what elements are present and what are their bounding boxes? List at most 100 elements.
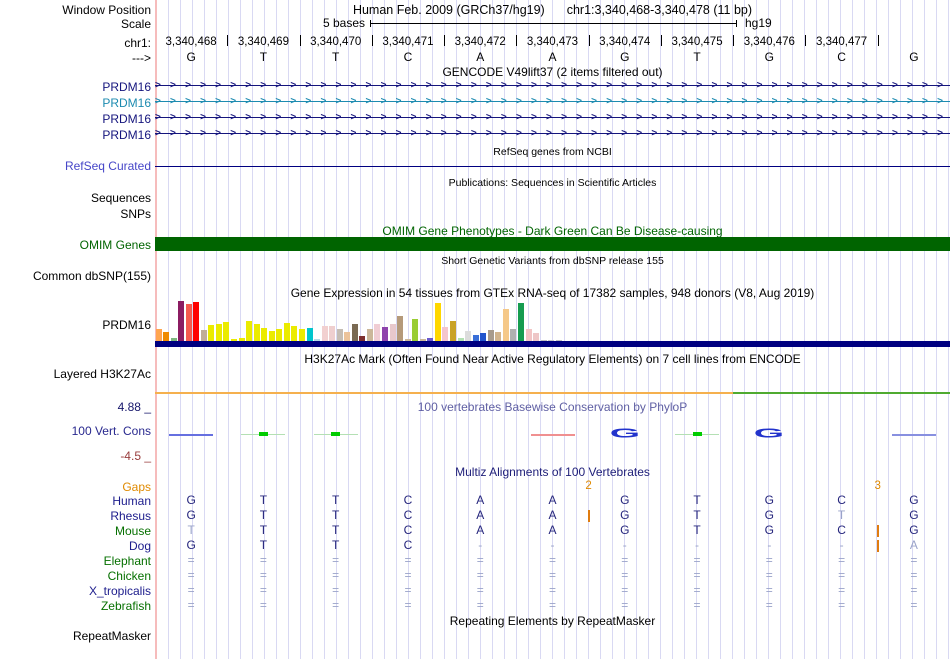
refseq-gene-line[interactable] xyxy=(155,166,950,167)
gtex-bar xyxy=(510,329,517,341)
alignment-base: G xyxy=(186,508,196,522)
base-letter: G xyxy=(909,50,919,64)
species-label[interactable]: Human xyxy=(0,494,151,508)
alignment-base: C xyxy=(837,493,846,507)
base-letter: C xyxy=(403,50,413,64)
gtex-bar xyxy=(208,325,215,341)
multiz-title: Multiz Alignments of 100 Vertebrates xyxy=(455,465,650,479)
phylop-track-label[interactable]: 100 Vert. Cons xyxy=(0,424,151,438)
alignment-base: = xyxy=(838,583,846,597)
gene-arrows[interactable]: >>>>>>>>>>>>>>>>>>>>>>>>>>>>>>>>>>>>>>>>… xyxy=(155,127,950,140)
phylop-mark xyxy=(258,432,268,436)
gtex-baseline[interactable] xyxy=(155,341,950,347)
species-label[interactable]: Elephant xyxy=(0,554,151,568)
alignment-base: G xyxy=(909,523,919,537)
ruler-label: 3,340,470 xyxy=(310,36,362,48)
species-label[interactable]: Dog xyxy=(0,539,151,553)
gtex-bar xyxy=(480,333,487,341)
species-label[interactable]: X_tropicalis xyxy=(0,584,151,598)
gtex-bar xyxy=(261,328,268,341)
refseq-curated-label[interactable]: RefSeq Curated xyxy=(0,159,151,173)
gtex-bar xyxy=(374,324,381,341)
gtex-bar xyxy=(329,326,336,341)
alignment-base: = xyxy=(187,598,195,612)
ruler-tick xyxy=(299,35,301,46)
gene-arrows[interactable]: >>>>>>>>>>>>>>>>>>>>>>>>>>>>>>>>>>>>>>>>… xyxy=(155,79,950,92)
gtex-bar xyxy=(223,322,230,341)
alignment-base: = xyxy=(332,553,340,567)
h3k27ac-label[interactable]: Layered H3K27Ac xyxy=(0,367,151,381)
gtex-gene-label[interactable]: PRDM16 xyxy=(0,318,151,332)
gene-label[interactable]: PRDM16 xyxy=(0,112,151,126)
phylop-mark xyxy=(692,432,702,436)
ruler-label: 3,340,471 xyxy=(382,36,434,48)
alignment-base: = xyxy=(765,598,773,612)
alignment-base: = xyxy=(476,568,484,582)
gtex-bar xyxy=(321,326,328,341)
base-letter: G xyxy=(186,50,196,64)
alignment-base: = xyxy=(910,583,918,597)
ruler-label: 3,340,473 xyxy=(526,36,579,48)
alignment-base: = xyxy=(621,568,629,582)
gaps-label[interactable]: Gaps xyxy=(0,480,151,494)
ruler-tick xyxy=(444,35,446,46)
alignment-base: C xyxy=(403,508,413,522)
alignment-base: - xyxy=(839,538,844,552)
alignment-base: - xyxy=(550,538,555,552)
species-label[interactable]: Rhesus xyxy=(0,509,151,523)
scale-bar xyxy=(370,20,737,27)
gene-label[interactable]: PRDM16 xyxy=(0,80,151,94)
repeatmasker-label[interactable]: RepeatMasker xyxy=(0,629,151,643)
species-label[interactable]: Mouse xyxy=(0,524,151,538)
ruler-tick xyxy=(227,35,229,46)
ruler-tick xyxy=(877,35,879,46)
alignment-base: - xyxy=(622,538,627,552)
ruler-tick xyxy=(660,35,662,46)
snps-label[interactable]: SNPs xyxy=(0,207,151,221)
alignment-base: = xyxy=(259,583,267,597)
gene-label[interactable]: PRDM16 xyxy=(0,128,151,142)
gtex-bar xyxy=(306,328,313,341)
alignment-base: A xyxy=(548,493,557,507)
gtex-bar xyxy=(215,324,222,341)
dbsnp-title: Short Genetic Variants from dbSNP releas… xyxy=(441,255,664,267)
alignment-base: G xyxy=(909,493,919,507)
gtex-bar xyxy=(283,323,290,341)
h3k27ac-signal-green[interactable] xyxy=(733,392,950,394)
alignment-base: = xyxy=(476,583,484,597)
alignment-base: = xyxy=(910,598,918,612)
alignment-base: - xyxy=(695,538,700,552)
window-position-label: Window Position xyxy=(62,3,151,17)
species-label[interactable]: Zebrafish xyxy=(0,599,151,613)
dbsnp-label[interactable]: Common dbSNP(155) xyxy=(0,269,151,283)
base-letter: T xyxy=(693,50,701,64)
phylop-mark xyxy=(891,434,936,436)
gtex-bar xyxy=(533,333,539,341)
species-label[interactable]: Chicken xyxy=(0,569,151,583)
omim-genes-label[interactable]: OMIM Genes xyxy=(0,238,151,252)
ruler-label: 3,340,477 xyxy=(815,36,868,48)
gene-arrows[interactable]: >>>>>>>>>>>>>>>>>>>>>>>>>>>>>>>>>>>>>>>>… xyxy=(155,111,950,124)
gtex-bar xyxy=(268,331,275,341)
alignment-base: = xyxy=(765,568,773,582)
gene-arrows[interactable]: >>>>>>>>>>>>>>>>>>>>>>>>>>>>>>>>>>>>>>>>… xyxy=(155,95,950,108)
gtex-bar xyxy=(351,324,358,341)
alignment-base: = xyxy=(621,598,629,612)
omim-bar[interactable] xyxy=(155,237,950,251)
alignment-base: T xyxy=(837,508,846,522)
ruler-label: 3,340,472 xyxy=(454,36,506,48)
ruler-label: 3,340,475 xyxy=(671,36,723,48)
phylop-mark xyxy=(169,434,214,436)
h3k27ac-signal-orange[interactable] xyxy=(155,392,736,394)
alignment-base: C xyxy=(837,523,846,537)
gtex-bar xyxy=(397,316,404,341)
gene-label[interactable]: PRDM16 xyxy=(0,96,151,110)
scale-text: 5 bases xyxy=(322,16,365,30)
base-letter: C xyxy=(837,50,846,64)
gtex-bar xyxy=(276,329,283,341)
sequences-label[interactable]: Sequences xyxy=(0,191,151,205)
alignment-base: = xyxy=(332,568,340,582)
alignment-base: = xyxy=(187,568,195,582)
chrom-label: chr1: xyxy=(124,36,151,50)
alignment-base: T xyxy=(332,508,340,522)
